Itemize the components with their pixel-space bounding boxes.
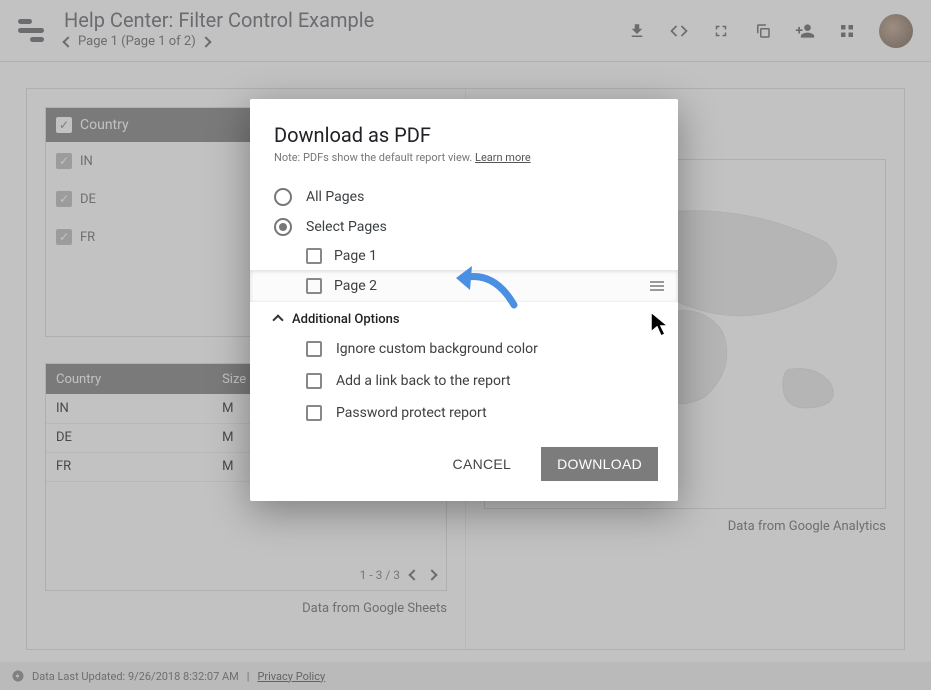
checkbox-icon[interactable]: [306, 341, 322, 357]
page2-checkbox[interactable]: Page 2: [250, 270, 678, 302]
cancel-button[interactable]: CANCEL: [437, 447, 528, 481]
opt-link-back[interactable]: Add a link back to the report: [250, 365, 678, 397]
radio-icon[interactable]: [274, 188, 292, 206]
download-pdf-dialog: Download as PDF Note: PDFs show the defa…: [250, 99, 678, 501]
additional-options-toggle[interactable]: Additional Options: [250, 302, 678, 333]
radio-icon[interactable]: [274, 218, 292, 236]
opt-password[interactable]: Password protect report: [250, 397, 678, 429]
opt-ignore-bg[interactable]: Ignore custom background color: [250, 333, 678, 365]
radio-all-pages[interactable]: All Pages: [250, 182, 678, 212]
dialog-note: Note: PDFs show the default report view.…: [250, 147, 678, 182]
drag-handle-icon[interactable]: [650, 281, 664, 291]
checkbox-icon[interactable]: [306, 248, 322, 264]
checkbox-icon[interactable]: [306, 405, 322, 421]
download-button[interactable]: DOWNLOAD: [541, 447, 658, 481]
learn-more-link[interactable]: Learn more: [475, 151, 531, 164]
checkbox-icon[interactable]: [306, 373, 322, 389]
page1-checkbox[interactable]: Page 1: [250, 242, 678, 270]
radio-select-pages[interactable]: Select Pages: [250, 212, 678, 242]
chevron-up-icon: [272, 314, 283, 325]
dialog-title: Download as PDF: [250, 123, 678, 147]
checkbox-icon[interactable]: [306, 278, 322, 294]
